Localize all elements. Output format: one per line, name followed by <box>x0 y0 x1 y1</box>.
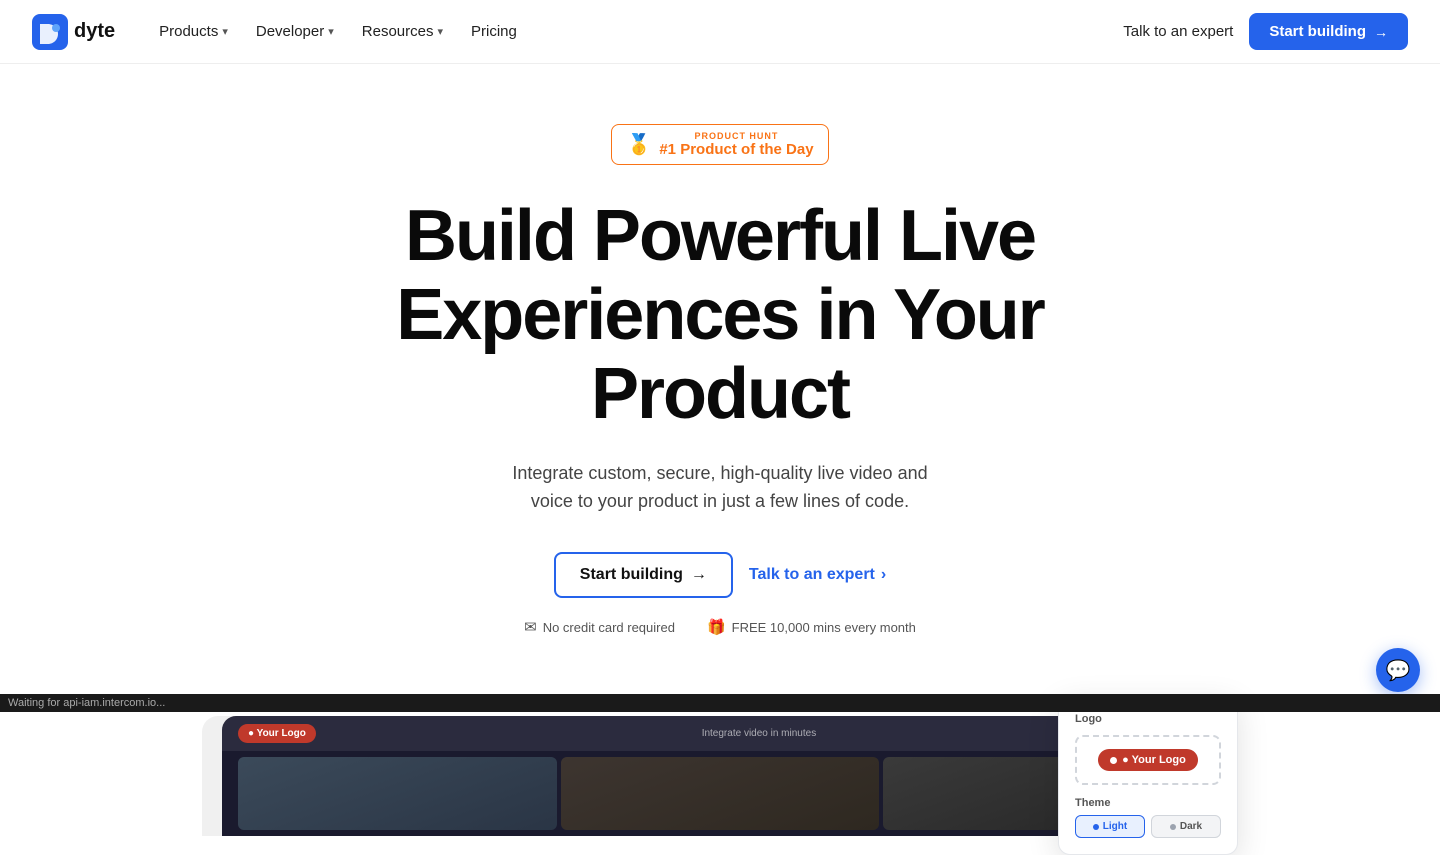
product-preview-section: ● Your Logo Integrate video in minutes L… <box>170 716 1270 836</box>
theme-light-option[interactable]: Light <box>1075 815 1145 838</box>
start-arrow-icon: → <box>1374 24 1388 40</box>
hero-subtext: Integrate custom, secure, high-quality l… <box>302 459 1138 517</box>
customize-panel: Logo ● Your Logo Theme Light Dark <box>1058 696 1238 855</box>
hero-meta: ✉ No credit card required 🎁 FREE 10,000 … <box>302 618 1138 636</box>
dyte-logo-icon <box>32 14 68 50</box>
preview-video-tile-2 <box>561 757 880 830</box>
status-bar: Waiting for api-iam.intercom.io... <box>0 694 1440 712</box>
ph-text: PRODUCT HUNT #1 Product of the Day <box>659 131 813 158</box>
logo-preview-box: ● Your Logo <box>1075 735 1221 785</box>
resources-chevron-icon: ▾ <box>437 25 443 38</box>
nav-start-building-button[interactable]: Start building → <box>1249 13 1408 50</box>
logo-dot <box>1110 757 1117 764</box>
preview-integrate-text: Integrate video in minutes <box>702 728 817 739</box>
theme-options: Light Dark <box>1075 815 1221 838</box>
nav-links: Products ▾ Developer ▾ Resources ▾ Prici… <box>147 15 529 48</box>
product-hunt-badge: 🥇 PRODUCT HUNT #1 Product of the Day <box>611 124 828 165</box>
nav-developer[interactable]: Developer ▾ <box>244 15 346 48</box>
logo[interactable]: dyte <box>32 14 115 50</box>
nav-talk-expert[interactable]: Talk to an expert <box>1123 23 1233 40</box>
chat-icon: 💬 <box>1386 658 1411 683</box>
logo-section-label: Logo <box>1075 713 1221 725</box>
hero-talk-expert-link[interactable]: Talk to an expert › <box>749 566 886 584</box>
logo-text: dyte <box>74 20 115 43</box>
nav-products[interactable]: Products ▾ <box>147 15 240 48</box>
hero-start-arrow-icon: → <box>691 566 707 584</box>
hero-heading: Build Powerful Live Experiences in Your … <box>302 197 1138 435</box>
product-hunt-icon: 🥇 <box>626 132 651 157</box>
hero-start-building-button[interactable]: Start building → <box>554 552 733 598</box>
hero-section: 🥇 PRODUCT HUNT #1 Product of the Day Bui… <box>270 64 1170 676</box>
nav-resources[interactable]: Resources ▾ <box>350 15 455 48</box>
theme-dark-option[interactable]: Dark <box>1151 815 1221 838</box>
logo-preview-inner: ● Your Logo <box>1098 749 1198 771</box>
free-minutes-icon: 🎁 <box>707 618 726 636</box>
nav-left: dyte Products ▾ Developer ▾ Resources ▾ … <box>32 14 529 50</box>
nav-right: Talk to an expert Start building → <box>1123 13 1408 50</box>
chat-bubble-button[interactable]: 💬 <box>1376 648 1420 692</box>
light-dot-icon <box>1093 824 1099 830</box>
dark-dot-icon <box>1170 824 1176 830</box>
hero-meta-free-mins: 🎁 FREE 10,000 mins every month <box>707 618 916 636</box>
theme-section-label: Theme <box>1075 797 1221 809</box>
preview-video-tile-1 <box>238 757 557 830</box>
navbar: dyte Products ▾ Developer ▾ Resources ▾ … <box>0 0 1440 64</box>
hero-meta-no-cc: ✉ No credit card required <box>524 618 675 636</box>
no-credit-card-icon: ✉ <box>524 618 537 636</box>
preview-logo-pill: ● Your Logo <box>238 724 316 743</box>
hero-actions: Start building → Talk to an expert › <box>302 552 1138 598</box>
talk-chevron-icon: › <box>881 566 886 584</box>
products-chevron-icon: ▾ <box>222 25 228 38</box>
developer-chevron-icon: ▾ <box>328 25 334 38</box>
nav-pricing[interactable]: Pricing <box>459 15 529 48</box>
